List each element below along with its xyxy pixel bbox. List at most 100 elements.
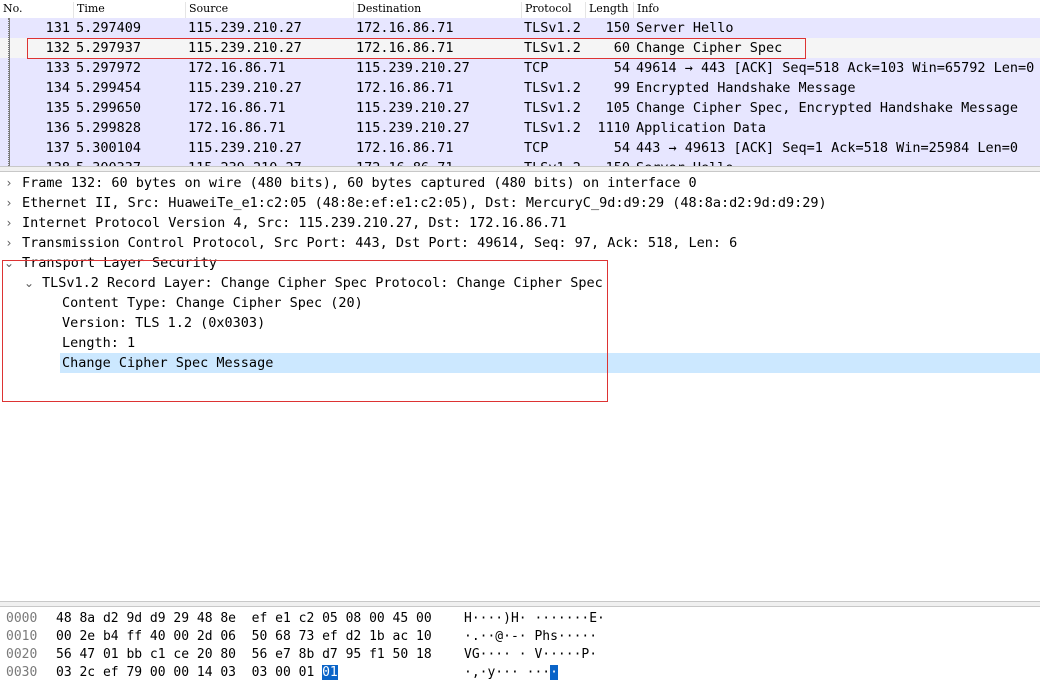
hex-ascii[interactable]: ·.··@·-· Phs····· [464,628,597,646]
related-packets-gutter-line [9,18,10,166]
packet-info: 443 → 49613 [ACK] Seq=1 Ack=518 Win=2598… [636,140,1019,156]
hex-ascii[interactable]: ·,·y··· ···· [464,664,558,682]
expand-arrow-icon[interactable]: › [2,233,16,253]
hex-ascii[interactable]: H····)H· ·······E· [464,610,605,628]
hex-row: 0030 03 2c ef 79 00 00 14 03 03 00 01 01… [0,664,1040,682]
hex-row: 0000 48 8a d2 9d d9 29 48 8e ef e1 c2 05… [0,610,1040,628]
hex-offset: 0030 [6,665,38,680]
packet-info: Application Data [636,120,767,136]
packet-source: 115.239.210.27 [188,80,302,96]
packet-list-pane[interactable]: No. Time Source Destination Protocol Len… [0,0,1040,166]
packet-length: 99 [613,80,630,96]
packet-time: 5.300337 [76,158,141,166]
hex-offset: 0000 [6,611,38,626]
packet-info: Change Cipher Spec, Encrypted Handshake … [636,100,1019,116]
hex-ascii-plain: ·,·y··· ··· [464,665,551,680]
packet-row-133[interactable]: 133 5.297972 172.16.86.71 115.239.210.27… [0,58,1040,78]
packet-length: 150 [606,158,630,166]
packet-length: 54 [613,140,630,156]
packet-protocol: TLSv1.2 [524,120,581,136]
packet-protocol: TLSv1.2 [524,80,581,96]
hex-row: 0020 56 47 01 bb c1 ce 20 80 56 e7 8b d7… [0,646,1040,664]
packet-bytes-pane[interactable]: 0000 48 8a d2 9d d9 29 48 8e ef e1 c2 05… [0,608,1040,693]
packet-source: 115.239.210.27 [188,140,302,156]
expand-arrow-icon[interactable]: › [2,213,16,233]
tree-item-label: Internet Protocol Version 4, Src: 115.23… [22,215,567,231]
packet-row-131[interactable]: 131 5.297409 115.239.210.27 172.16.86.71… [0,18,1040,38]
packet-protocol: TCP [524,140,549,156]
packet-no: 137 [45,140,70,156]
hex-bytes[interactable]: 00 2e b4 ff 40 00 2d 06 50 68 73 ef d2 1… [56,628,432,646]
packet-time: 5.299650 [76,100,142,116]
packet-time: 5.299828 [76,120,142,136]
hex-ascii[interactable]: VG···· · V·····P· [464,646,597,664]
tls-section-highlight-box [2,260,608,402]
packet-protocol: TCP [524,60,549,76]
column-header-length[interactable]: Length [585,2,628,18]
packet-no: 134 [45,80,70,96]
hex-ascii-selected[interactable]: · [550,665,558,680]
column-header-protocol[interactable]: Protocol [521,2,572,18]
packet-no: 133 [45,60,70,76]
tree-item-ethernet[interactable]: › Ethernet II, Src: HuaweiTe_e1:c2:05 (48… [2,193,827,213]
tree-item-label: Transmission Control Protocol, Src Port:… [22,235,738,251]
expand-arrow-icon[interactable]: › [2,193,16,213]
tree-item-ip[interactable]: › Internet Protocol Version 4, Src: 115.2… [2,213,567,233]
hex-bytes[interactable]: 03 2c ef 79 00 00 14 03 03 00 01 01 [56,664,338,682]
wireshark-window: No. Time Source Destination Protocol Len… [0,0,1040,693]
packet-destination: 172.16.86.71 [356,158,454,166]
packet-length: 1110 [597,120,630,136]
packet-no: 136 [45,120,70,136]
packet-protocol: TLSv1.2 [524,158,581,166]
column-header-destination[interactable]: Destination [353,2,421,18]
packet-source: 115.239.210.27 [188,158,302,166]
packet-source: 115.239.210.27 [188,20,302,36]
hex-row: 0010 00 2e b4 ff 40 00 2d 06 50 68 73 ef… [0,628,1040,646]
packet-time: 5.299454 [76,80,142,96]
packet-row-136[interactable]: 136 5.299828 172.16.86.71 115.239.210.27… [0,118,1040,138]
packet-length: 54 [613,60,630,76]
packet-no: 135 [45,100,70,116]
pane-splitter-bottom[interactable] [0,601,1040,607]
packet-time: 5.300104 [76,140,142,156]
packet-destination: 172.16.86.71 [356,80,454,96]
column-header-time[interactable]: Time [73,2,105,18]
packet-list-header: No. Time Source Destination Protocol Len… [0,0,1040,19]
packet-no: 138 [46,158,70,166]
packet-row-135[interactable]: 135 5.299650 172.16.86.71 115.239.210.27… [0,98,1040,118]
tree-item-frame[interactable]: › Frame 132: 60 bytes on wire (480 bits),… [2,173,697,193]
column-header-no[interactable]: No. [0,2,23,18]
packet-protocol: TLSv1.2 [524,20,581,36]
packet-protocol: TLSv1.2 [524,100,581,116]
packet-row-134[interactable]: 134 5.299454 115.239.210.27 172.16.86.71… [0,78,1040,98]
column-header-source[interactable]: Source [185,2,228,18]
packet-length: 150 [605,20,630,36]
hex-offset: 0010 [6,629,38,644]
packet-source: 172.16.86.71 [188,120,286,136]
packet-time: 5.297972 [76,60,142,76]
selected-packet-highlight-box [27,38,806,59]
hex-offset: 0020 [6,647,38,662]
packet-no: 131 [45,20,70,36]
packet-info: Server Hello [636,158,734,166]
hex-byte-selected[interactable]: 01 [322,665,338,680]
packet-row-137[interactable]: 137 5.300104 115.239.210.27 172.16.86.71… [0,138,1040,158]
packet-destination: 115.239.210.27 [356,100,470,116]
hex-bytes[interactable]: 48 8a d2 9d d9 29 48 8e ef e1 c2 05 08 0… [56,610,432,628]
expand-arrow-icon[interactable]: › [2,173,16,193]
packet-length: 105 [605,100,630,116]
tree-item-label: Ethernet II, Src: HuaweiTe_e1:c2:05 (48:… [22,195,827,211]
hex-bytes[interactable]: 56 47 01 bb c1 ce 20 80 56 e7 8b d7 95 f… [56,646,432,664]
packet-info: Server Hello [636,20,734,36]
packet-time: 5.297409 [76,20,142,36]
column-header-info[interactable]: Info [633,2,659,18]
tree-item-tcp[interactable]: › Transmission Control Protocol, Src Port… [2,233,738,253]
packet-destination: 172.16.86.71 [356,140,454,156]
packet-row-138[interactable]: 138 5.300337 115.239.210.27 172.16.86.71… [0,158,1040,166]
packet-source: 172.16.86.71 [188,60,286,76]
packet-details-pane[interactable]: › Frame 132: 60 bytes on wire (480 bits),… [0,172,1040,600]
packet-destination: 115.239.210.27 [356,120,470,136]
hex-bytes-plain: 03 2c ef 79 00 00 14 03 03 00 01 [56,665,323,680]
packet-destination: 172.16.86.71 [356,20,454,36]
packet-source: 172.16.86.71 [188,100,286,116]
